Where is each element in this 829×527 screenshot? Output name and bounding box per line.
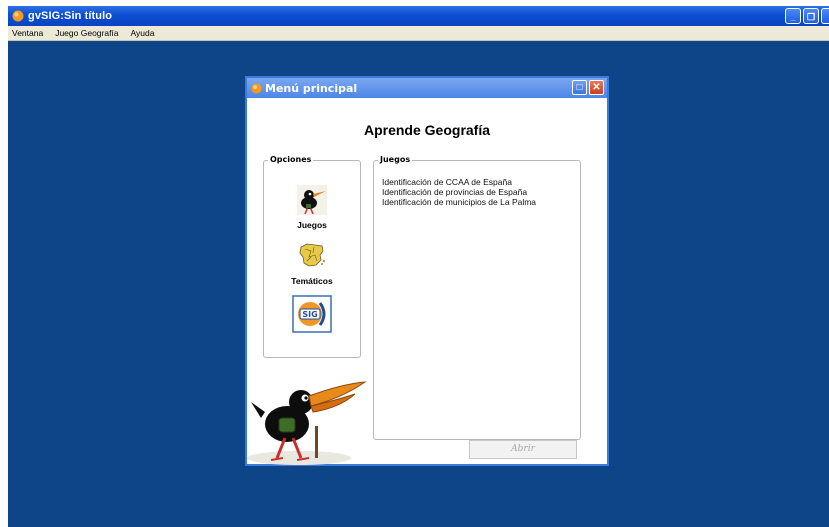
games-group: Juegos Identificación de CCAA de España … [373, 155, 581, 440]
dialog-maximize-button[interactable]: □ [572, 80, 587, 95]
gvsig-logo-icon [251, 82, 262, 94]
gvsig-logo-icon [12, 10, 24, 22]
menu-juego-geografia[interactable]: Juego Geografía [49, 28, 124, 38]
dialog-heading: Aprende Geografía [363, 122, 491, 138]
main-menu-dialog: Menú principal □ ✕ Aprende Geografía Opc… [245, 76, 609, 466]
menu-ayuda[interactable]: Ayuda [125, 28, 161, 38]
sig-logo-icon: SIG [292, 295, 332, 333]
dialog-title-bar[interactable]: Menú principal □ ✕ [247, 78, 607, 98]
list-item[interactable]: Identificación de municipios de La Palma [382, 197, 536, 207]
games-list: Identificación de CCAA de España Identif… [382, 177, 536, 207]
restore-button[interactable]: ❐ [803, 8, 819, 24]
option-tematicos[interactable]: Temáticos [264, 241, 360, 286]
menu-ventana[interactable]: Ventana [8, 28, 49, 38]
close-button[interactable] [821, 8, 829, 24]
list-item[interactable]: Identificación de provincias de España [382, 187, 536, 197]
svg-text:SIG: SIG [302, 310, 317, 319]
menu-bar: Ventana Juego Geografía Ayuda [8, 26, 829, 41]
options-group: Opciones Juegos Temáticos SIG [263, 155, 361, 358]
open-button[interactable]: Abrir [469, 440, 577, 459]
option-juegos-label: Juegos [297, 220, 327, 230]
bird-icon [297, 185, 327, 215]
spain-map-icon [299, 243, 326, 267]
option-tematicos-label: Temáticos [291, 276, 333, 286]
list-item[interactable]: Identificación de CCAA de España [382, 177, 536, 187]
option-juegos[interactable]: Juegos [264, 185, 360, 230]
option-sig[interactable]: SIG [264, 295, 360, 338]
options-legend: Opciones [268, 155, 314, 164]
bird-mascot-illustration [247, 381, 367, 465]
dialog-title: Menú principal [265, 81, 358, 95]
window-controls: _ ❐ [785, 8, 829, 24]
app-title-bar: gvSIG:Sin título _ ❐ [8, 6, 829, 26]
dialog-close-button[interactable]: ✕ [589, 80, 604, 95]
minimize-button[interactable]: _ [785, 8, 801, 24]
app-title: gvSIG:Sin título [28, 10, 113, 22]
games-legend: Juegos [378, 155, 413, 164]
